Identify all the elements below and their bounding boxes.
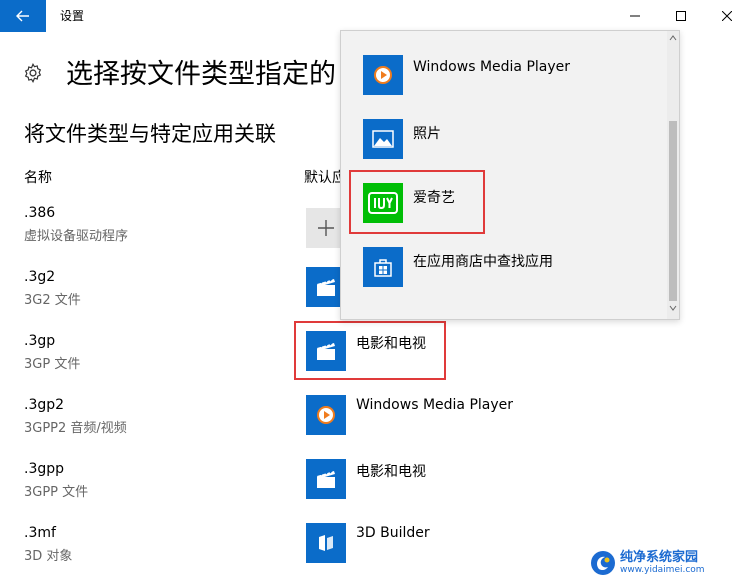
3d-builder-icon (319, 535, 333, 551)
default-app-button[interactable] (306, 523, 346, 563)
flyout-item-label: 爱奇艺 (413, 190, 455, 206)
flyout-item-tile (363, 183, 403, 223)
scrollbar-thumb[interactable] (669, 121, 677, 301)
default-app-name[interactable]: 3D Builder (356, 525, 430, 541)
file-type-row: .3gp 3GP 文件 电影和电视 (0, 331, 750, 397)
flyout-item-store[interactable]: 在应用商店中查找应用 (341, 247, 667, 311)
close-icon (722, 11, 732, 21)
watermark: 纯净系统家园 www.yidaimei.com (590, 548, 748, 578)
watermark-title: 纯净系统家园 (620, 550, 699, 565)
flyout-item-label: 照片 (413, 126, 441, 142)
store-icon (374, 259, 392, 277)
file-extension: .386 (24, 205, 56, 221)
flyout-item-tile (363, 55, 403, 95)
flyout-item-label: 在应用商店中查找应用 (413, 254, 553, 270)
film-icon (317, 342, 335, 360)
flyout-item-iqiyi[interactable]: 爱奇艺 (341, 183, 667, 247)
watermark-logo-icon (591, 551, 615, 575)
default-app-button[interactable] (306, 331, 346, 371)
flyout-item-photos[interactable]: 照片 (341, 119, 667, 183)
app-picker-flyout: Windows Media Player 照片 爱奇艺 在应用商店中查找应用 (340, 30, 680, 320)
minimize-button[interactable] (612, 0, 658, 32)
film-icon (317, 278, 335, 296)
file-extension: .3g2 (24, 269, 56, 285)
file-description: 3G2 文件 (24, 293, 81, 308)
default-app-button[interactable] (306, 395, 346, 435)
file-type-row: .3gp2 3GPP2 音频/视频 Windows Media Player (0, 395, 750, 461)
maximize-button[interactable] (658, 0, 704, 32)
flyout-scrollbar[interactable] (667, 31, 679, 319)
column-header-name: 名称 (24, 170, 52, 186)
file-extension: .3gpp (24, 461, 65, 477)
file-extension: .3mf (24, 525, 56, 541)
back-arrow-icon (16, 10, 29, 22)
default-app-name[interactable]: 电影和电视 (356, 333, 426, 353)
default-app-name[interactable]: 电影和电视 (356, 461, 426, 481)
file-extension: .3gp2 (24, 397, 65, 413)
minimize-icon (630, 15, 640, 17)
gear-icon (24, 62, 42, 84)
iqiyi-icon (368, 192, 398, 214)
file-description: 虚拟设备驱动程序 (24, 229, 129, 244)
flyout-item-label: Windows Media Player (413, 59, 571, 75)
page-title: 选择按文件类型指定的 (66, 59, 336, 90)
default-app-name[interactable]: Windows Media Player (356, 397, 513, 413)
media-player-icon (317, 406, 335, 424)
window-title: 设置 (60, 9, 85, 23)
scroll-up-arrow-icon[interactable] (667, 35, 679, 45)
watermark-url: www.yidaimei.com (620, 565, 705, 575)
photos-icon (372, 130, 394, 148)
file-extension: .3gp (24, 333, 56, 349)
title-bar: 设置 (0, 0, 750, 32)
back-button[interactable] (0, 0, 46, 32)
flyout-item-windows-media-player[interactable]: Windows Media Player (341, 55, 667, 119)
file-type-row: .3gpp 3GPP 文件 电影和电视 (0, 459, 750, 525)
maximize-icon (676, 11, 686, 21)
file-description: 3GPP2 音频/视频 (24, 421, 127, 436)
section-title: 将文件类型与特定应用关联 (24, 122, 276, 146)
file-description: 3GP 文件 (24, 357, 81, 372)
scroll-down-arrow-icon[interactable] (667, 305, 679, 315)
flyout-item-tile (363, 119, 403, 159)
close-button[interactable] (704, 0, 750, 32)
file-description: 3D 对象 (24, 549, 73, 564)
flyout-item-tile (363, 247, 403, 287)
plus-icon (318, 220, 334, 236)
file-description: 3GPP 文件 (24, 485, 89, 500)
film-icon (317, 470, 335, 488)
default-app-button[interactable] (306, 459, 346, 499)
media-player-icon (374, 66, 392, 84)
